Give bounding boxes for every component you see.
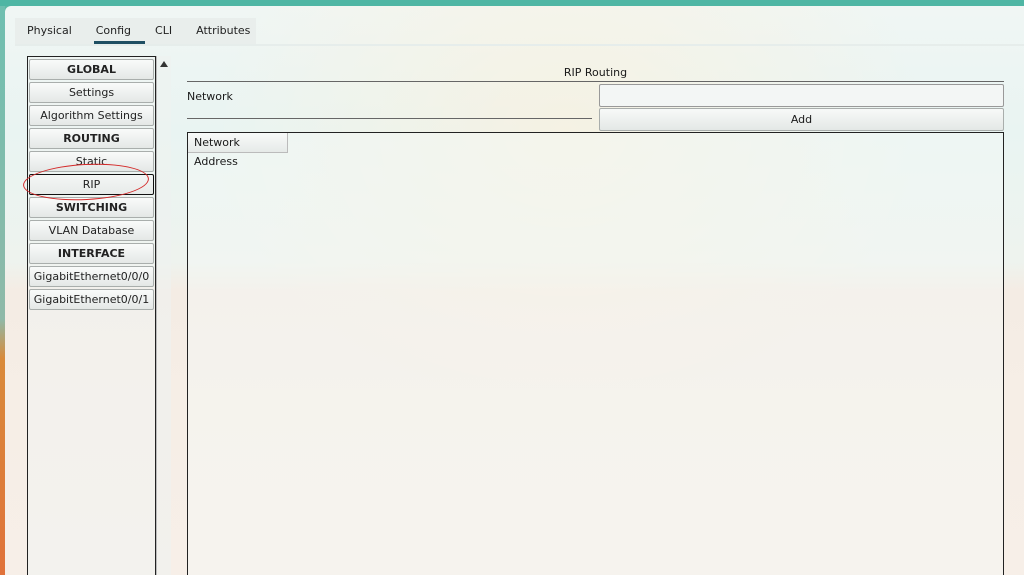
config-sidebar: GLOBAL Settings Algorithm Settings ROUTI…	[27, 56, 156, 575]
sidebar-header-interface[interactable]: INTERFACE	[29, 243, 154, 264]
network-divider	[187, 118, 592, 119]
sidebar-header-global[interactable]: GLOBAL	[29, 59, 154, 80]
scroll-up-arrow-icon[interactable]	[160, 61, 168, 67]
sidebar-scrollbar[interactable]	[156, 56, 171, 575]
sidebar-header-routing[interactable]: ROUTING	[29, 128, 154, 149]
add-button[interactable]: Add	[599, 108, 1004, 131]
sidebar-item-vlan-database[interactable]: VLAN Database	[29, 220, 154, 241]
tab-cli[interactable]: CLI	[143, 18, 184, 44]
network-address-list[interactable]: Network Address	[187, 132, 1004, 575]
sidebar-item-gigabitethernet0-0-0[interactable]: GigabitEthernet0/0/0	[29, 266, 154, 287]
sidebar-item-rip[interactable]: RIP	[29, 174, 154, 195]
network-label: Network	[187, 90, 233, 103]
device-config-window: Physical Config CLI Attributes GLOBAL Se…	[5, 6, 1024, 575]
sidebar-header-switching[interactable]: SWITCHING	[29, 197, 154, 218]
tab-physical[interactable]: Physical	[15, 18, 84, 44]
title-divider	[187, 81, 1004, 82]
sidebar-item-settings[interactable]: Settings	[29, 82, 154, 103]
tab-band	[15, 44, 1024, 46]
tab-config[interactable]: Config	[84, 18, 146, 44]
network-input[interactable]	[599, 84, 1004, 107]
network-address-column-header: Network Address	[188, 133, 288, 168]
section-title: RIP Routing	[563, 66, 628, 79]
sidebar-item-algorithm-settings[interactable]: Algorithm Settings	[29, 105, 154, 126]
tab-bar: Physical Config CLI Attributes	[15, 18, 256, 44]
tab-attributes[interactable]: Attributes	[184, 18, 262, 44]
sidebar-item-static[interactable]: Static	[29, 151, 154, 172]
sidebar-item-gigabitethernet0-0-1[interactable]: GigabitEthernet0/0/1	[29, 289, 154, 310]
